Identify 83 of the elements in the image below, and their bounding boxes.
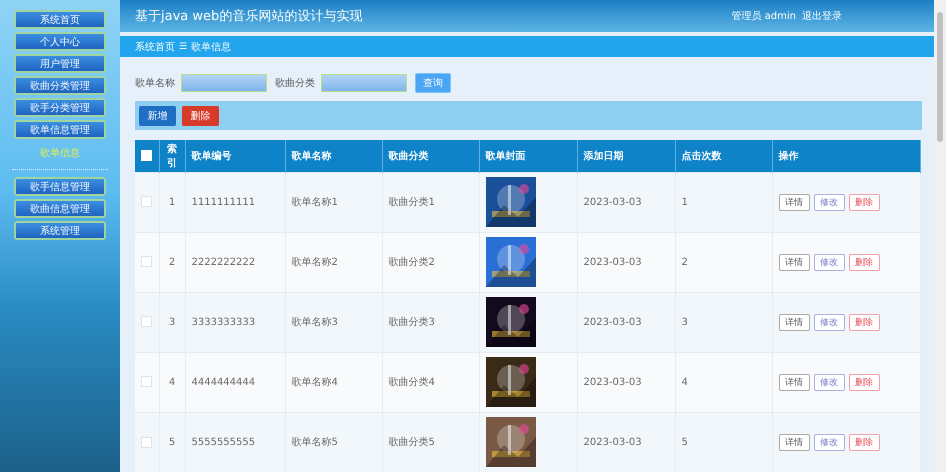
table-cell: 5: [675, 412, 772, 472]
search-field[interactable]: [321, 74, 407, 92]
table-cell: 2023-03-03: [577, 412, 675, 472]
table-cell: 2023-03-03: [577, 232, 675, 292]
table-cell: 1111111111: [185, 172, 285, 232]
table-cell: 3: [159, 292, 185, 352]
sidebar-item[interactable]: 用户管理: [14, 54, 106, 73]
sidebar-item[interactable]: 系统管理: [14, 221, 106, 240]
table-cell: 歌单名称3: [285, 292, 382, 352]
detail-button[interactable]: 详情: [778, 254, 810, 271]
table-cell: 歌单名称2: [285, 232, 382, 292]
detail-button[interactable]: 详情: [778, 194, 810, 211]
table-cell: 歌曲分类1: [382, 172, 479, 232]
delete-button[interactable]: 删除: [848, 314, 880, 331]
column-header: 索引: [159, 140, 185, 172]
row-checkbox[interactable]: [141, 196, 152, 208]
row-checkbox[interactable]: [141, 316, 152, 328]
sidebar-item[interactable]: 歌手分类管理: [14, 98, 106, 117]
sidebar-item[interactable]: 歌单信息管理: [14, 120, 106, 139]
add-button[interactable]: 新增: [139, 106, 176, 126]
table-cell: 歌曲分类5: [382, 412, 479, 472]
edit-button[interactable]: 修改: [814, 314, 844, 331]
table-cell: 歌单名称4: [285, 352, 382, 412]
row-checkbox[interactable]: [141, 256, 152, 268]
detail-button[interactable]: 详情: [778, 374, 810, 391]
column-header: 歌单编号: [185, 140, 285, 172]
delete-button[interactable]: 删除: [848, 194, 880, 211]
sidebar-item[interactable]: 歌手信息管理: [14, 177, 106, 196]
table-cell: 1: [675, 172, 772, 232]
sidebar-item[interactable]: 歌曲分类管理: [14, 76, 106, 95]
field-label: 歌曲分类: [275, 76, 315, 90]
table-cell: 5: [159, 412, 185, 472]
table-cell: 2222222222: [185, 232, 285, 292]
scrollbar-thumb[interactable]: [937, 12, 943, 142]
table-cell: 歌单名称1: [285, 172, 382, 232]
table-cell: 歌曲分类3: [382, 292, 479, 352]
table-cell: 2023-03-03: [577, 292, 675, 352]
column-header: 歌单封面: [479, 140, 577, 172]
table-cell: 歌曲分类4: [382, 352, 479, 412]
column-header: 添加日期: [577, 140, 675, 172]
sidebar-item[interactable]: 个人中心: [14, 32, 106, 51]
table-cell: 3: [675, 292, 772, 352]
search-field[interactable]: [181, 74, 267, 92]
table-cell: 4: [675, 352, 772, 412]
column-header: 操作: [772, 140, 920, 172]
table-cell: 2023-03-03: [577, 172, 675, 232]
edit-button[interactable]: 修改: [814, 254, 844, 271]
delete-button[interactable]: 删除: [182, 106, 219, 126]
row-checkbox[interactable]: [141, 376, 152, 388]
column-header: 点击次数: [675, 140, 772, 172]
sidebar-item[interactable]: 系统首页: [14, 10, 106, 29]
table-cell: 3333333333: [185, 292, 285, 352]
delete-button[interactable]: 删除: [848, 374, 880, 391]
detail-button[interactable]: 详情: [778, 434, 810, 451]
edit-button[interactable]: 修改: [814, 374, 844, 391]
breadcrumb-current: 歌单信息: [191, 40, 232, 54]
select-all-checkbox[interactable]: [141, 150, 152, 162]
column-header: 歌曲分类: [382, 140, 479, 172]
table-cell: 歌单名称5: [285, 412, 382, 472]
logout-link[interactable]: 退出登录: [802, 9, 842, 24]
table-cell: 2: [675, 232, 772, 292]
column-header: 歌单名称: [285, 140, 382, 172]
table-cell: 1: [159, 172, 185, 232]
user-label: 管理员 admin: [731, 10, 796, 24]
breadcrumb-separator: ☰: [179, 42, 188, 52]
edit-button[interactable]: 修改: [814, 194, 844, 211]
delete-button[interactable]: 删除: [848, 434, 880, 451]
scrollbar[interactable]: [934, 0, 946, 472]
sidebar-item[interactable]: 歌曲信息管理: [14, 199, 106, 218]
site-title: 基于java web的音乐网站的设计与实现: [135, 8, 362, 26]
table-cell: 5555555555: [185, 412, 285, 472]
field-label: 歌单名称: [135, 76, 175, 90]
table-cell: 4444444444: [185, 352, 285, 412]
table-cell: 2023-03-03: [577, 352, 675, 412]
table-cell: 歌曲分类2: [382, 232, 479, 292]
row-checkbox[interactable]: [141, 436, 152, 448]
table-cell: 2: [159, 232, 185, 292]
detail-button[interactable]: 详情: [778, 314, 810, 331]
delete-button[interactable]: 删除: [848, 254, 880, 271]
breadcrumb-link[interactable]: 系统首页: [135, 40, 175, 54]
table-cell: 4: [159, 352, 185, 412]
search-button[interactable]: 查询: [415, 73, 451, 94]
edit-button[interactable]: 修改: [814, 434, 844, 451]
